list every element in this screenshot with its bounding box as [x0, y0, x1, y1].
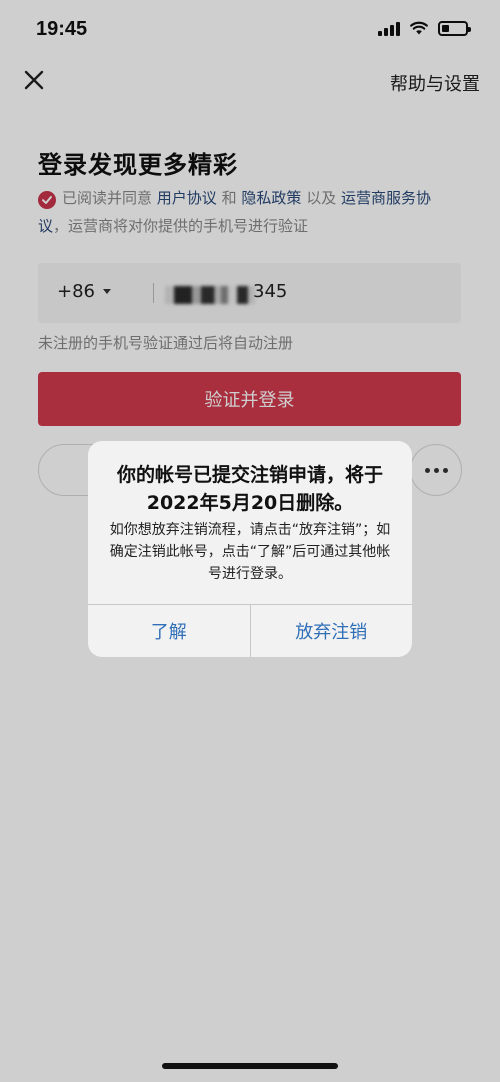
dialog-message: 如你想放弃注销流程，请点击“放弃注销”；如确定注销此帐号，点击“了解”后可通过其… [109, 522, 391, 582]
dialog-title: 你的帐号已提交注销申请，将于2022年5月20日删除。 [116, 464, 383, 514]
deletion-alert-dialog: 你的帐号已提交注销申请，将于2022年5月20日删除。 如你想放弃注销流程，请点… [88, 441, 412, 657]
dialog-ok-button[interactable]: 了解 [88, 605, 250, 657]
dialog-actions: 了解 放弃注销 [88, 604, 412, 657]
home-indicator [162, 1063, 338, 1069]
dialog-cancel-deletion-button[interactable]: 放弃注销 [249, 605, 413, 657]
